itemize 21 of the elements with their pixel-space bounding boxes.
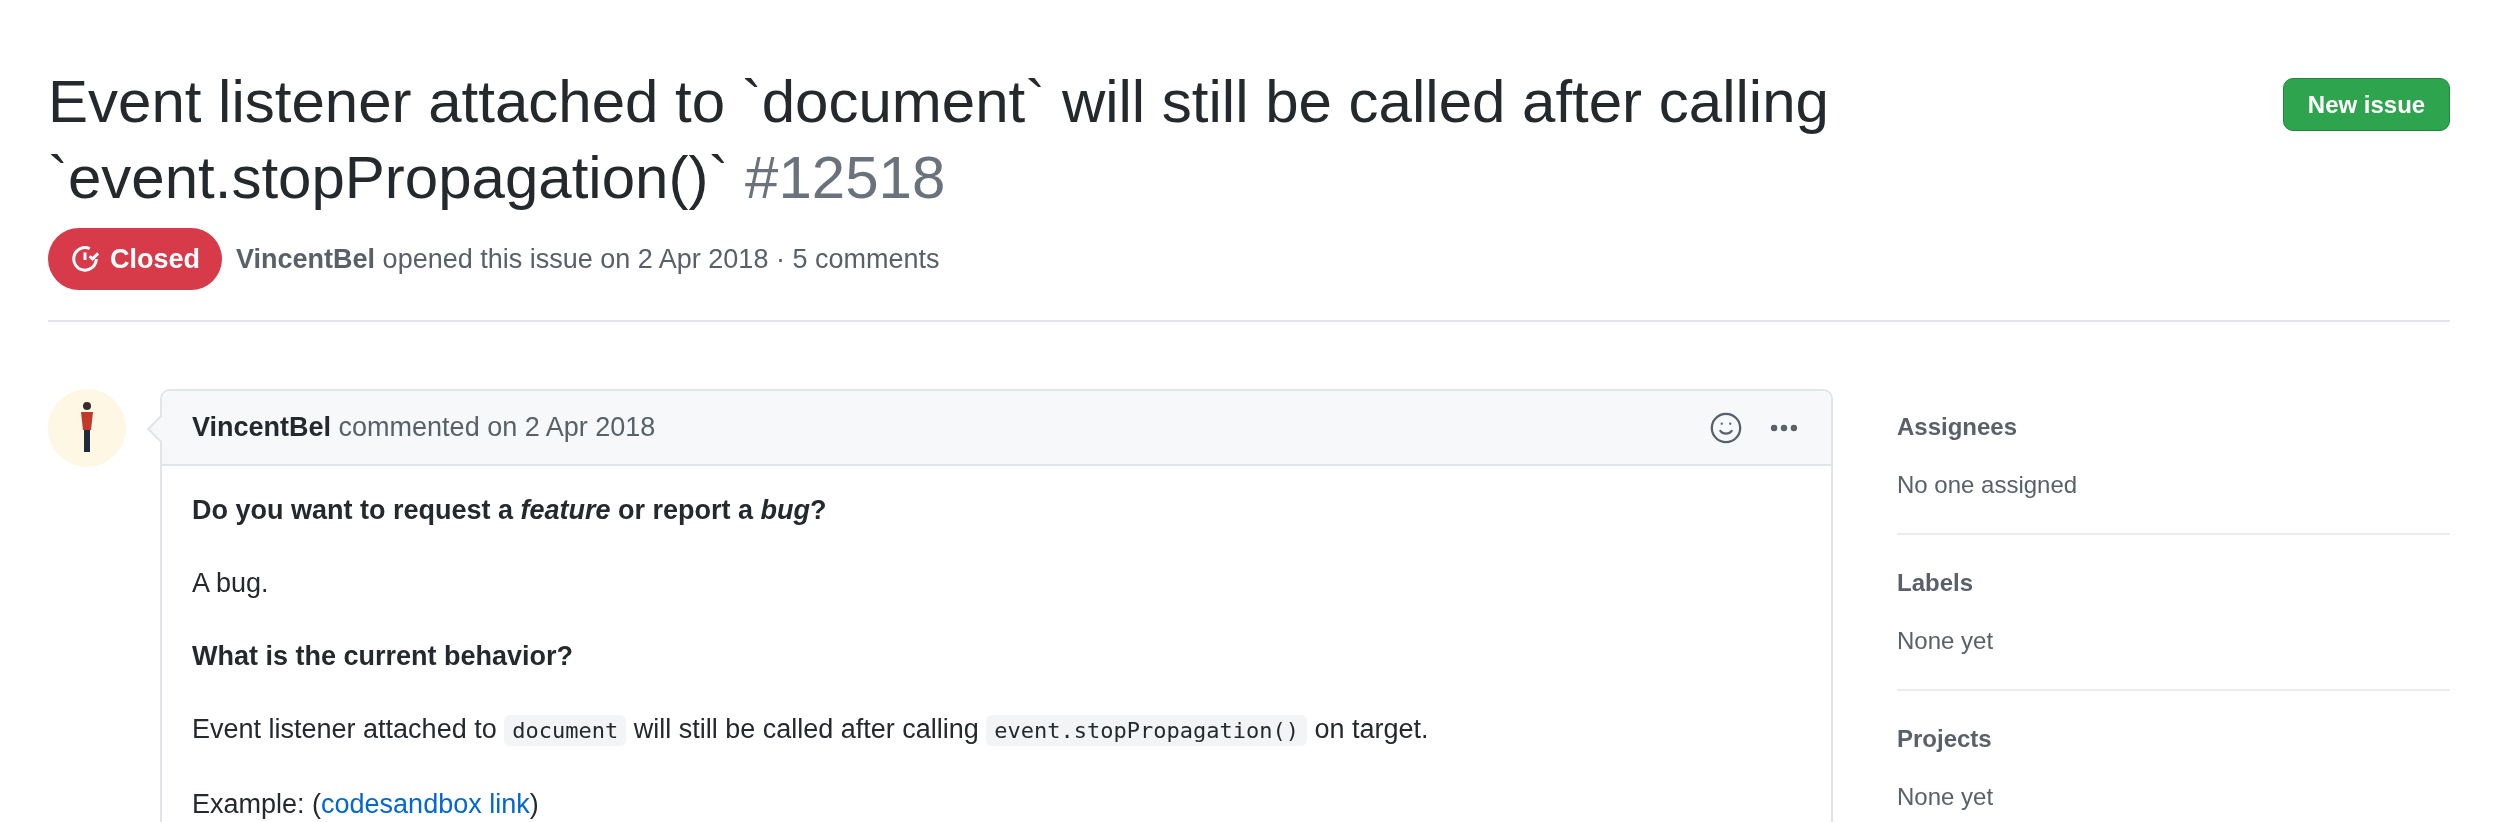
sidebar-heading[interactable]: Labels	[1897, 565, 2450, 601]
sidebar-heading[interactable]: Assignees	[1897, 409, 2450, 445]
inline-code: document	[504, 715, 627, 746]
issue-title: Event listener attached to `document` will still be called after calling `event.stopPropagation()` #12518	[48, 67, 1830, 213]
issue-meta: VincentBel opened this issue on 2 Apr 2018 · 5 comments	[236, 242, 940, 276]
sidebar-heading[interactable]: Projects	[1897, 721, 2450, 757]
comment-paragraph: A bug.	[192, 567, 270, 600]
comment-meta: VincentBel commented on 2 Apr 2018	[192, 411, 656, 445]
sidebar-value: None yet	[1897, 626, 1995, 656]
comment-paragraph: Event listener attached to document will still be called after calling event.stopPropagation() on target.	[192, 713, 1430, 748]
inline-code: event.stopPropagation()	[986, 715, 1307, 746]
reaction-icon[interactable]	[1709, 410, 1743, 445]
comment-heading: What is the current behavior?	[192, 640, 575, 673]
link[interactable]: codesandbox link	[321, 789, 530, 819]
status-badge: Closed	[48, 228, 223, 290]
comment-heading: Do you want to request a feature or report a bug?	[192, 494, 828, 527]
sidebar-value: None yet	[1897, 782, 1995, 812]
sidebar-value: No one assigned	[1897, 470, 2079, 500]
comment-paragraph: Example: (codesandbox link)	[192, 788, 540, 821]
new-issue-button[interactable]: New issue	[2283, 78, 2450, 131]
issue-closed-icon	[70, 244, 100, 274]
